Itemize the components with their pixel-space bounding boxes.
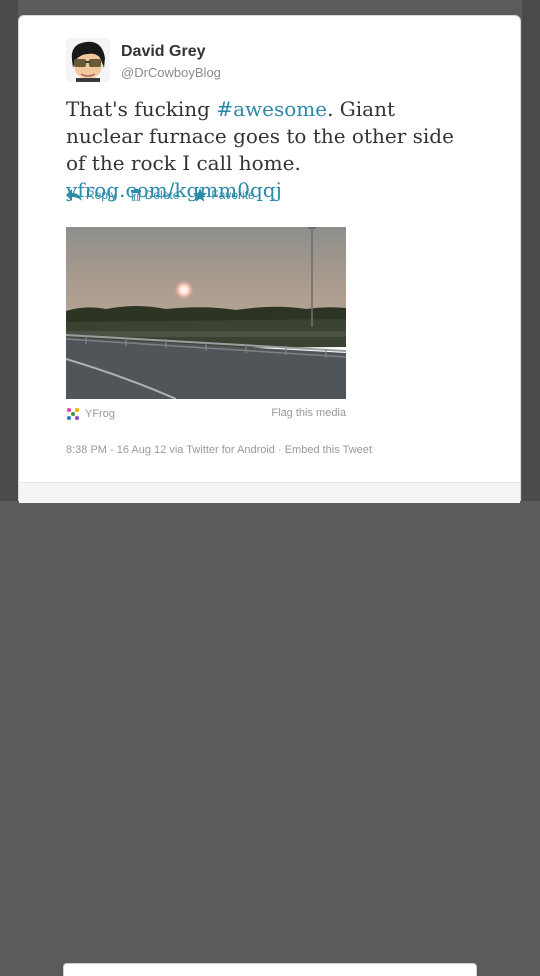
hashtag-link[interactable]: #awesome	[216, 97, 327, 121]
media-provider[interactable]: YFrog	[66, 407, 115, 421]
author-handle[interactable]: @DrCowboyBlog	[121, 65, 221, 80]
meta-separator: ·	[274, 444, 285, 456]
favorite-button[interactable]: Favorite	[193, 188, 255, 202]
media-provider-label: YFrog	[85, 408, 115, 420]
flag-media-link[interactable]: Flag this media	[271, 407, 346, 419]
author-name[interactable]: David Grey	[121, 43, 205, 61]
reply-button[interactable]: Reply	[66, 188, 117, 202]
tweet-timestamp[interactable]: 8:38 PM - 16 Aug 12 via Twitter for Andr…	[66, 444, 275, 456]
embed-tweet-link[interactable]: Embed this Tweet	[285, 444, 372, 456]
yfrog-logo-icon	[67, 408, 79, 420]
reply-input[interactable]	[63, 963, 477, 976]
favorite-label: Favorite	[211, 188, 255, 202]
sunset-highway-photo	[66, 227, 346, 399]
window-frame-right	[522, 0, 540, 501]
tweet-card: David Grey @DrCowboyBlog That's fucking …	[18, 15, 521, 976]
tweet-photo[interactable]	[66, 227, 346, 399]
avatar[interactable]	[66, 38, 110, 82]
reply-label: Reply	[86, 188, 117, 202]
tweet-text-part1: That's fucking	[66, 97, 217, 121]
avatar-cartoon-icon	[66, 38, 110, 82]
window-frame-left	[0, 0, 18, 501]
tweet-metadata: 8:38 PM - 16 Aug 12 via Twitter for Andr…	[66, 444, 372, 456]
delete-label: Delete	[144, 188, 180, 202]
trash-icon	[130, 189, 141, 201]
reply-arrow-icon	[66, 189, 82, 201]
delete-button[interactable]: Delete	[130, 188, 180, 202]
reply-area	[19, 482, 520, 976]
tweet-actions: Reply Delete Favorite	[66, 188, 255, 202]
star-icon	[193, 188, 208, 202]
